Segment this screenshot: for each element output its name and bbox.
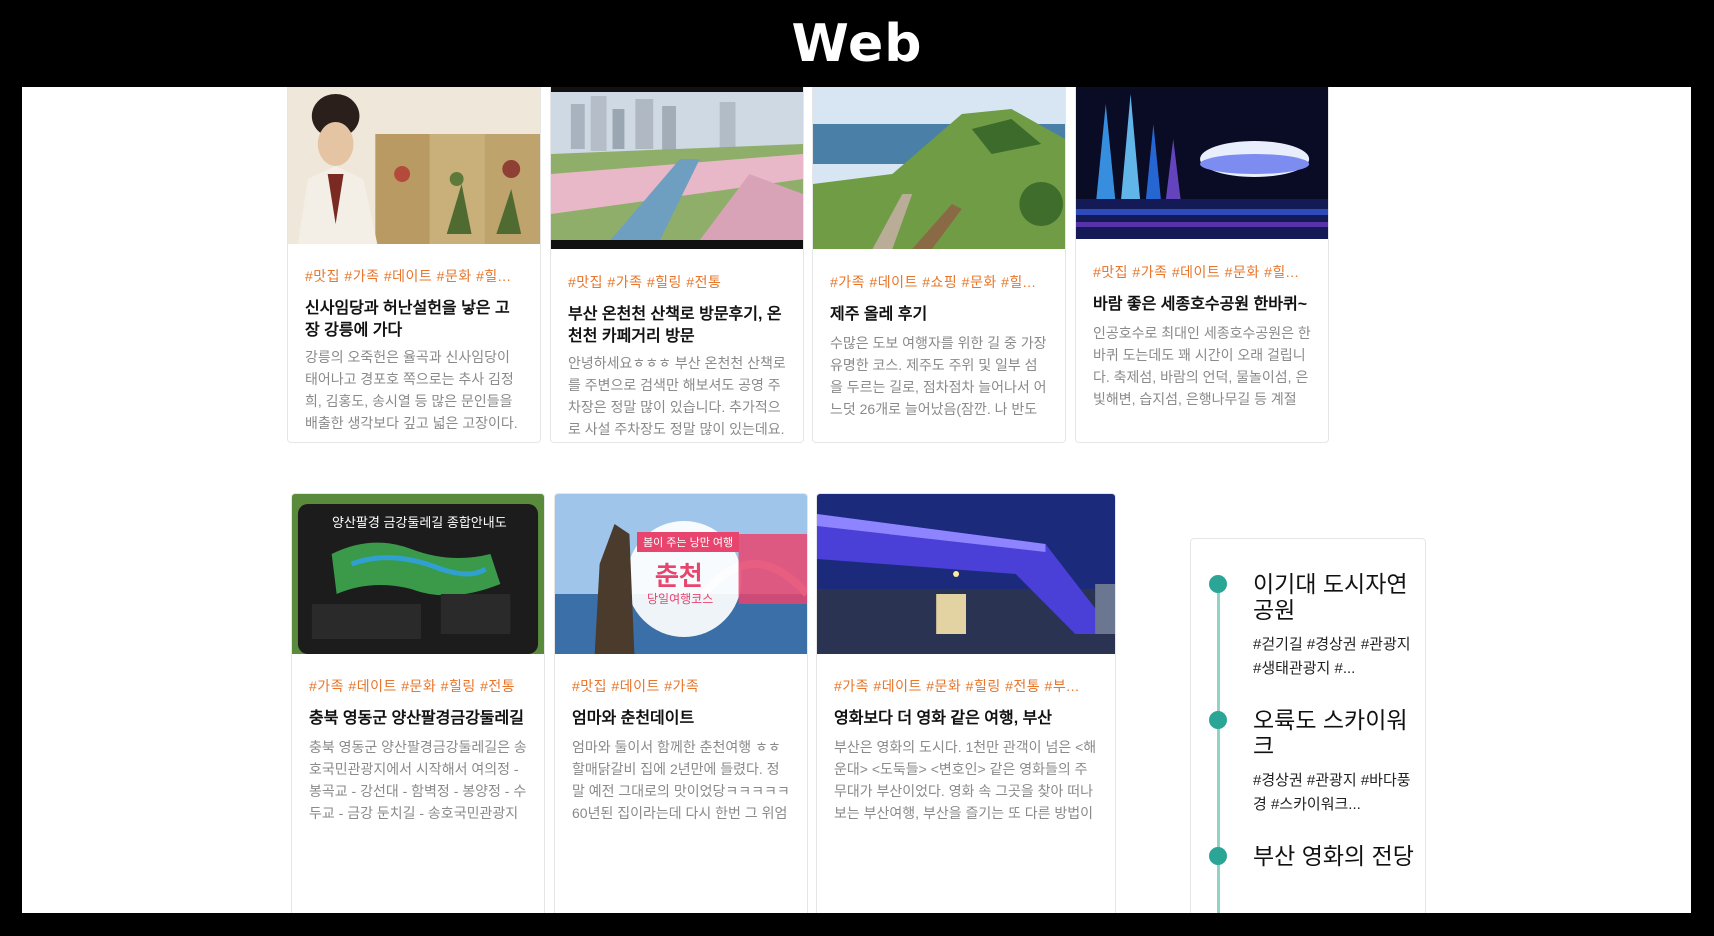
card-tags: #맛집 #가족 #데이트 #문화 #힐... bbox=[305, 268, 511, 284]
card-title[interactable]: 신사임당과 허난설헌을 낳은 고장 강릉에 가다 bbox=[305, 298, 523, 342]
card-tags: #가족 #데이트 #문화 #힐링 #전통 bbox=[309, 678, 516, 694]
card-image-cinema-center bbox=[817, 494, 1115, 654]
card-title[interactable]: 부산 온천천 산책로 방문후기, 온천천 카페거리 방문 bbox=[568, 304, 786, 348]
card-description: 안녕하세요ㅎㅎㅎ 부산 온천천 산책로를 주변으로 검색만 해보셔도 공영 주차… bbox=[568, 355, 786, 437]
card-description: 엄마와 둘이서 함께한 춘천여행 ㅎㅎ 할매닭갈비 집에 2년만에 들렸다. 정… bbox=[572, 739, 790, 821]
article-card-jeju-olle[interactable]: #가족 #데이트 #쇼핑 #문화 #힐... 제주 올레 후기 수많은 도보 여… bbox=[812, 87, 1066, 443]
card-tags: #맛집 #가족 #힐링 #전통 bbox=[568, 274, 722, 290]
timeline-place-tags: #경상권 #관광지 #바다풍경 #스카이워크... bbox=[1253, 772, 1411, 813]
card-description: 부산은 영화의 도시다. 1천만 관객이 넘은 <해운대> <도둑들> <변호인… bbox=[834, 739, 1097, 821]
promo-big: 춘천 bbox=[655, 561, 703, 591]
timeline-place-name[interactable]: 오륙도 스카이워크 bbox=[1253, 707, 1415, 759]
card-image-statue-bridge: 봄이 주는 낭만 여행 춘천 당일여행코스 bbox=[555, 494, 807, 654]
promo-ribbon: 봄이 주는 낭만 여행 bbox=[637, 532, 740, 552]
banner-title: Web bbox=[791, 13, 923, 74]
card-tags: #맛집 #가족 #데이트 #문화 #힐... bbox=[1093, 264, 1299, 280]
card-title[interactable]: 충북 영동군 양산팔경금강둘레길 bbox=[309, 708, 527, 730]
article-card-busan-cinema[interactable]: #가족 #데이트 #문화 #힐링 #전통 #부... 영화보다 더 영화 같은 … bbox=[816, 493, 1116, 913]
card-description: 인공호수로 최대인 세종호수공원은 한바퀴 도는데도 꽤 시간이 오래 걸립니다… bbox=[1093, 325, 1311, 407]
card-description: 수많은 도보 여행자를 위한 길 중 가장 유명한 코스. 제주도 주위 및 일… bbox=[830, 335, 1047, 417]
card-title[interactable]: 바람 좋은 세종호수공원 한바퀴~ bbox=[1093, 294, 1311, 316]
article-card-gangneung[interactable]: #맛집 #가족 #데이트 #문화 #힐... 신사임당과 허난설헌을 낳은 고장… bbox=[287, 87, 541, 443]
card-image-night-fountain bbox=[1076, 87, 1328, 239]
card-description: 충북 영동군 양산팔경금강둘레길은 송호국민관광지에서 시작해서 여의정 - 봉… bbox=[309, 739, 527, 821]
sign-title: 양산팔경 금강둘레길 종합안내도 bbox=[332, 515, 507, 530]
article-card-yeongdong[interactable]: 양산팔경 금강둘레길 종합안내도 #가족 #데이트 #문화 #힐링 #전통 충북… bbox=[291, 493, 545, 913]
timeline-panel: 이기대 도시자연공원 #걷기길 #경상권 #관광지 #생태관광지 #... 오륙… bbox=[1190, 538, 1426, 913]
timeline-place-name[interactable]: 이기대 도시자연공원 bbox=[1253, 571, 1415, 623]
card-tags: #맛집 #데이트 #가족 bbox=[572, 678, 700, 694]
timeline-dot bbox=[1209, 575, 1227, 593]
promo-sub: 당일여행코스 bbox=[647, 592, 714, 606]
card-image-coastal-trail bbox=[813, 87, 1065, 249]
card-image-portrait-with-paintings bbox=[288, 87, 540, 244]
article-card-sejong-lake[interactable]: #맛집 #가족 #데이트 #문화 #힐... 바람 좋은 세종호수공원 한바퀴~… bbox=[1075, 87, 1329, 443]
card-tags: #가족 #데이트 #쇼핑 #문화 #힐... bbox=[830, 274, 1036, 290]
article-card-chuncheon[interactable]: 봄이 주는 낭만 여행 춘천 당일여행코스 #맛집 #데이트 #가족 엄마와 춘… bbox=[554, 493, 808, 913]
web-viewport: #맛집 #가족 #데이트 #문화 #힐... 신사임당과 허난설헌을 낳은 고장… bbox=[22, 87, 1691, 913]
timeline-place-tags: #걷기길 #경상권 #관광지 #생태관광지 #... bbox=[1253, 636, 1411, 677]
article-card-oncheoncheon[interactable]: #맛집 #가족 #힐링 #전통 부산 온천천 산책로 방문후기, 온천천 카페거… bbox=[550, 87, 804, 443]
card-title[interactable]: 영화보다 더 영화 같은 여행, 부산 bbox=[834, 708, 1098, 730]
card-title[interactable]: 엄마와 춘천데이트 bbox=[572, 708, 790, 730]
card-title[interactable]: 제주 올레 후기 bbox=[830, 304, 1048, 326]
timeline-place-name[interactable]: 부산 영화의 전당 bbox=[1253, 843, 1415, 869]
card-description: 강릉의 오죽헌은 율곡과 신사임당이 태어나고 경포호 쪽으로는 추사 김정희,… bbox=[305, 349, 518, 431]
card-image-trail-map-sign: 양산팔경 금강둘레길 종합안내도 bbox=[292, 494, 544, 654]
card-tags: #가족 #데이트 #문화 #힐링 #전통 #부... bbox=[834, 678, 1080, 694]
timeline-dot bbox=[1209, 711, 1227, 729]
timeline-dot bbox=[1209, 847, 1227, 865]
card-image-city-stream bbox=[551, 87, 803, 249]
